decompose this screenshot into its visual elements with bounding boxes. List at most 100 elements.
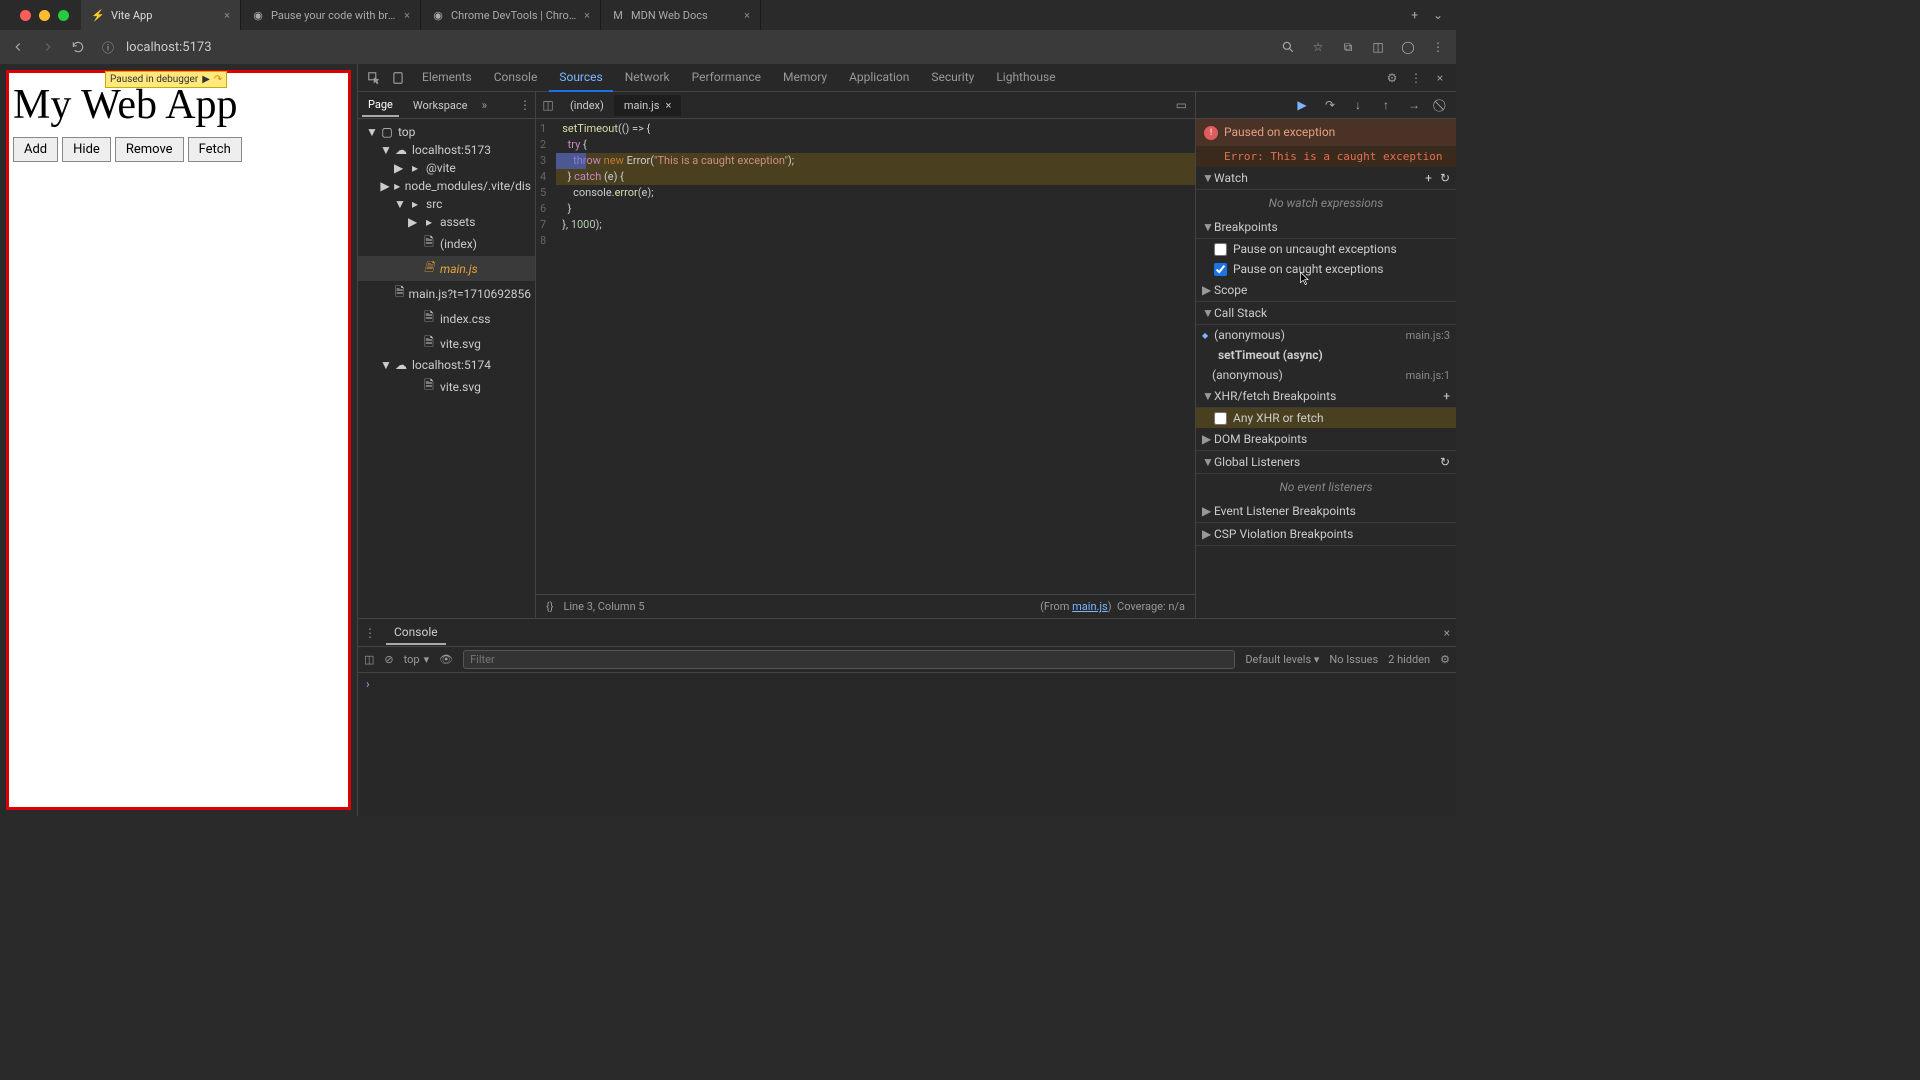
- menu-icon[interactable]: ⋮: [1428, 37, 1448, 57]
- tree-row[interactable]: 🗎(index): [358, 231, 535, 256]
- tree-row[interactable]: 🗎main.js?t=1710692856: [358, 281, 535, 306]
- browser-tab[interactable]: M MDN Web Docs ×: [601, 0, 761, 30]
- tree-row[interactable]: ▶▸assets: [358, 213, 535, 231]
- hidden-count[interactable]: 2 hidden: [1388, 653, 1430, 666]
- section-breakpoints[interactable]: ▼ Breakpoints: [1196, 216, 1456, 239]
- any-xhr-row[interactable]: Any XHR or fetch: [1196, 408, 1456, 428]
- tab-sources[interactable]: Sources: [549, 64, 612, 92]
- tab-security[interactable]: Security: [921, 64, 984, 92]
- hide-button[interactable]: Hide: [62, 137, 111, 162]
- zoom-icon[interactable]: [1278, 37, 1298, 57]
- live-expression-icon[interactable]: 👁: [439, 653, 453, 666]
- section-callstack[interactable]: ▼ Call Stack: [1196, 302, 1456, 325]
- play-icon[interactable]: ▶: [202, 74, 210, 85]
- section-dom-breakpoints[interactable]: ▶ DOM Breakpoints: [1196, 428, 1456, 451]
- add-xhr-bp-icon[interactable]: +: [1443, 389, 1450, 403]
- issues-indicator[interactable]: No Issues: [1329, 653, 1378, 666]
- back-button[interactable]: [8, 37, 28, 57]
- pause-uncaught-row[interactable]: Pause on uncaught exceptions: [1196, 239, 1456, 259]
- tab-close-icon[interactable]: ×: [404, 9, 410, 22]
- section-csp-breakpoints[interactable]: ▶ CSP Violation Breakpoints: [1196, 523, 1456, 546]
- new-tab-button[interactable]: +: [1401, 8, 1428, 22]
- tab-performance[interactable]: Performance: [682, 64, 771, 92]
- step-out-icon[interactable]: ↑: [1378, 97, 1394, 113]
- stack-frame[interactable]: (anonymous)main.js:3: [1196, 325, 1456, 345]
- code-lines[interactable]: setTimeout(() => { try { throw new Error…: [556, 119, 1195, 594]
- url-input[interactable]: [126, 40, 1268, 55]
- tab-lighthouse[interactable]: Lighthouse: [986, 64, 1065, 92]
- forward-button[interactable]: [38, 37, 58, 57]
- bookmark-icon[interactable]: ☆: [1308, 37, 1328, 57]
- settings-icon[interactable]: ⚙: [1382, 68, 1402, 88]
- editor-tab[interactable]: (index): [560, 95, 614, 116]
- stack-frame[interactable]: (anonymous)main.js:1: [1196, 365, 1456, 385]
- inspect-icon[interactable]: [364, 68, 384, 88]
- deactivate-breakpoints-icon[interactable]: ⃠: [1434, 97, 1450, 113]
- extensions-icon[interactable]: ⧉: [1338, 37, 1358, 57]
- device-icon[interactable]: [388, 68, 408, 88]
- clear-console-icon[interactable]: ⊘: [384, 653, 393, 666]
- section-watch[interactable]: ▼ Watch +↻: [1196, 167, 1456, 190]
- tree-row[interactable]: ▶▸node_modules/.vite/dis: [358, 177, 535, 195]
- tab-close-icon[interactable]: ×: [584, 9, 590, 22]
- tree-row[interactable]: ▼▸src: [358, 195, 535, 213]
- close-devtools-icon[interactable]: ×: [1430, 68, 1450, 88]
- sub-tab-workspace[interactable]: Workspace: [407, 95, 474, 116]
- tree-row[interactable]: ▼▢top: [358, 123, 535, 141]
- file-tree[interactable]: ▼▢top▼☁localhost:5173▶▸@vite▶▸node_modul…: [358, 119, 535, 618]
- console-settings-icon[interactable]: ⚙: [1440, 653, 1450, 666]
- tree-row[interactable]: 🗎index.css: [358, 306, 535, 331]
- pause-caught-row[interactable]: Pause on caught exceptions: [1196, 259, 1456, 279]
- maximize-window-button[interactable]: [58, 10, 69, 21]
- source-link[interactable]: main.js: [1072, 600, 1108, 613]
- tab-close-icon[interactable]: ×: [224, 9, 230, 22]
- remove-button[interactable]: Remove: [115, 137, 184, 162]
- show-navigator-icon[interactable]: ◫: [536, 98, 560, 112]
- close-window-button[interactable]: [20, 10, 31, 21]
- profile-icon[interactable]: ◯: [1398, 37, 1418, 57]
- section-global-listeners[interactable]: ▼ Global Listeners ↻: [1196, 451, 1456, 474]
- pause-caught-checkbox[interactable]: [1214, 263, 1227, 276]
- overflow-icon[interactable]: »: [481, 98, 487, 112]
- close-drawer-icon[interactable]: ×: [1444, 626, 1450, 640]
- tree-row[interactable]: ▶▸@vite: [358, 159, 535, 177]
- refresh-listeners-icon[interactable]: ↻: [1440, 455, 1450, 469]
- browser-tab[interactable]: ◉ Chrome DevTools | Chrome ×: [421, 0, 601, 30]
- tree-row[interactable]: 🗎vite.svg: [358, 374, 535, 399]
- tab-memory[interactable]: Memory: [773, 64, 837, 92]
- close-tab-icon[interactable]: ×: [665, 99, 671, 112]
- site-info-icon[interactable]: ⓘ: [98, 37, 118, 57]
- tab-network[interactable]: Network: [615, 64, 680, 92]
- stack-frame[interactable]: setTimeout (async): [1196, 345, 1456, 365]
- code-area[interactable]: 12345678 setTimeout(() => { try { throw …: [536, 119, 1195, 594]
- side-panel-icon[interactable]: ◫: [1368, 37, 1388, 57]
- step-into-icon[interactable]: ↓: [1350, 97, 1366, 113]
- tree-row[interactable]: 🗎main.js: [358, 256, 535, 281]
- pretty-print-icon[interactable]: {}: [546, 600, 553, 613]
- tree-row[interactable]: 🗎vite.svg: [358, 331, 535, 356]
- reload-button[interactable]: [68, 37, 88, 57]
- tree-row[interactable]: ▼☁localhost:5173: [358, 141, 535, 159]
- sidebar-toggle-icon[interactable]: ◫: [364, 653, 374, 666]
- section-scope[interactable]: ▶ Scope: [1196, 279, 1456, 302]
- add-watch-icon[interactable]: +: [1425, 171, 1432, 185]
- console-output[interactable]: ›: [358, 673, 1456, 816]
- step-icon[interactable]: →: [1406, 97, 1422, 113]
- more-icon[interactable]: ▭: [1168, 98, 1195, 112]
- resume-icon[interactable]: ▶: [1294, 97, 1310, 113]
- more-icon[interactable]: ⋮: [1406, 68, 1426, 88]
- tree-row[interactable]: ▼☁localhost:5174: [358, 356, 535, 374]
- tab-application[interactable]: Application: [839, 64, 919, 92]
- tab-elements[interactable]: Elements: [412, 64, 482, 92]
- section-xhr-breakpoints[interactable]: ▼ XHR/fetch Breakpoints +: [1196, 385, 1456, 408]
- more-icon[interactable]: ⋮: [519, 98, 531, 112]
- step-over-icon[interactable]: ↷: [1322, 97, 1338, 113]
- tab-console[interactable]: Console: [484, 64, 548, 92]
- chevron-down-icon[interactable]: ⌄: [1428, 5, 1448, 25]
- context-selector[interactable]: top ▾: [404, 653, 429, 666]
- section-event-breakpoints[interactable]: ▶ Event Listener Breakpoints: [1196, 500, 1456, 523]
- browser-tab[interactable]: ◉ Pause your code with breakp ×: [241, 0, 421, 30]
- drawer-menu-icon[interactable]: ⋮: [364, 626, 376, 640]
- add-button[interactable]: Add: [13, 137, 58, 162]
- fetch-button[interactable]: Fetch: [188, 137, 242, 162]
